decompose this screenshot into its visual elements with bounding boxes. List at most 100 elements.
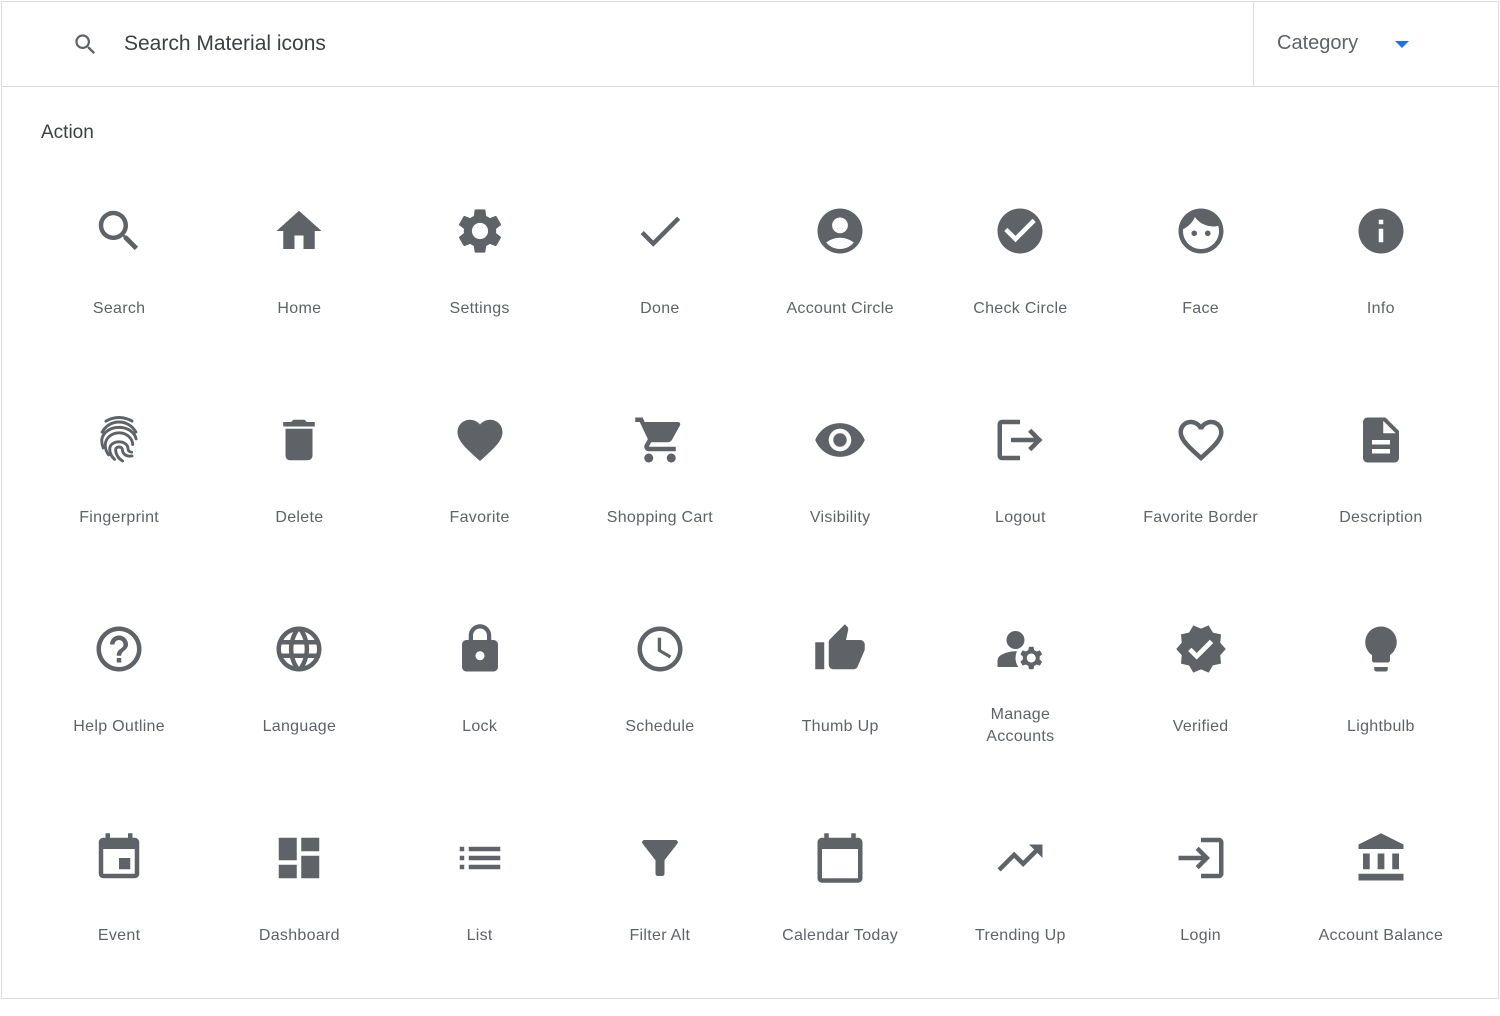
face-icon <box>1174 204 1228 258</box>
description-icon <box>1354 413 1408 467</box>
icon-label: Description <box>1339 509 1423 526</box>
icon-label: Shopping Cart <box>606 509 713 526</box>
filter-alt-icon <box>633 831 687 885</box>
category-dropdown[interactable]: Category <box>1253 2 1498 86</box>
trending-up-icon <box>993 831 1047 885</box>
icon-tile-manage-accounts[interactable]: Manage Accounts <box>930 598 1110 807</box>
manage-accounts-icon <box>993 622 1047 676</box>
icon-label: Manage Accounts <box>986 706 1055 745</box>
icon-tile-schedule[interactable]: Schedule <box>570 598 750 807</box>
icon-tile-account-balance[interactable]: Account Balance <box>1291 807 1471 1016</box>
icon-label: Check Circle <box>973 300 1068 317</box>
check-circle-icon <box>993 204 1047 258</box>
icon-tile-account-circle[interactable]: Account Circle <box>750 180 930 389</box>
icon-label: Login <box>1180 927 1221 944</box>
search-icon <box>92 204 146 258</box>
icon-label: Lock <box>462 718 498 735</box>
search-icon <box>75 34 96 55</box>
icon-label: Schedule <box>625 718 695 735</box>
icon-label: Dashboard <box>258 927 340 944</box>
help-outline-icon <box>92 622 146 676</box>
icon-tile-search[interactable]: Search <box>29 180 209 389</box>
icon-tile-shopping-cart[interactable]: Shopping Cart <box>570 389 750 598</box>
icon-label: Lightbulb <box>1347 718 1415 735</box>
icon-label: Help Outline <box>73 718 165 735</box>
icon-tile-dashboard[interactable]: Dashboard <box>209 807 389 1016</box>
icon-tile-visibility[interactable]: Visibility <box>750 389 930 598</box>
icon-tile-lightbulb[interactable]: Lightbulb <box>1291 598 1471 807</box>
icon-label: Delete <box>275 509 324 526</box>
shopping-cart-icon <box>633 413 687 467</box>
thumb-up-icon <box>813 622 867 676</box>
icon-label: Account Circle <box>786 300 894 317</box>
icon-label: Search <box>92 300 146 317</box>
icon-browser: Category Action Search Home Settings Done Ac… <box>1 1 1499 999</box>
dashboard-icon <box>272 831 326 885</box>
favorite-icon <box>453 413 507 467</box>
icon-label: Visibility <box>809 509 871 526</box>
icon-tile-help-outline[interactable]: Help Outline <box>29 598 209 807</box>
icon-tile-face[interactable]: Face <box>1111 180 1291 389</box>
icon-label: Account Balance <box>1318 927 1444 944</box>
header: Category <box>2 2 1498 87</box>
icon-tile-trending-up[interactable]: Trending Up <box>930 807 1110 1016</box>
search-input[interactable] <box>124 28 1224 60</box>
section-title: Action <box>41 122 94 143</box>
visibility-icon <box>813 413 867 467</box>
settings-icon <box>453 204 507 258</box>
icon-tile-lock[interactable]: Lock <box>390 598 570 807</box>
icon-tile-settings[interactable]: Settings <box>390 180 570 389</box>
search-bar <box>2 2 1252 86</box>
icon-label: Language <box>262 718 337 735</box>
icon-tile-login[interactable]: Login <box>1111 807 1291 1016</box>
logout-icon <box>993 413 1047 467</box>
delete-icon <box>272 413 326 467</box>
verified-icon <box>1174 622 1228 676</box>
icon-tile-fingerprint[interactable]: Fingerprint <box>29 389 209 598</box>
calendar-today-icon <box>813 831 867 885</box>
icon-label: Verified <box>1172 718 1229 735</box>
lightbulb-icon <box>1354 622 1408 676</box>
event-icon <box>92 831 146 885</box>
info-icon <box>1354 204 1408 258</box>
icon-tile-language[interactable]: Language <box>209 598 389 807</box>
icon-tile-verified[interactable]: Verified <box>1111 598 1291 807</box>
icon-label: Logout <box>995 509 1046 526</box>
icon-label: Favorite Border <box>1143 509 1258 526</box>
icon-tile-check-circle[interactable]: Check Circle <box>930 180 1110 389</box>
caret-down-icon <box>1395 41 1409 48</box>
icon-tile-favorite-border[interactable]: Favorite Border <box>1111 389 1291 598</box>
icon-tile-info[interactable]: Info <box>1291 180 1471 389</box>
fingerprint-icon <box>92 413 146 467</box>
icon-label: Home <box>277 300 322 317</box>
icon-label: Settings <box>449 300 510 317</box>
icon-label: List <box>466 927 493 944</box>
icon-label: Done <box>640 300 680 317</box>
icon-tile-description[interactable]: Description <box>1291 389 1471 598</box>
icon-label: Info <box>1366 300 1395 317</box>
category-label: Category <box>1277 32 1359 54</box>
icon-label: Face <box>1182 300 1220 317</box>
icon-tile-done[interactable]: Done <box>570 180 750 389</box>
icon-tile-calendar-today[interactable]: Calendar Today <box>750 807 930 1016</box>
account-balance-icon <box>1354 831 1408 885</box>
icon-label: Calendar Today <box>782 927 899 944</box>
icon-tile-event[interactable]: Event <box>29 807 209 1016</box>
icon-tile-home[interactable]: Home <box>209 180 389 389</box>
account-circle-icon <box>813 204 867 258</box>
schedule-icon <box>633 622 687 676</box>
icon-tile-thumb-up[interactable]: Thumb Up <box>750 598 930 807</box>
icon-tile-list[interactable]: List <box>390 807 570 1016</box>
icon-label: Trending Up <box>974 927 1066 944</box>
list-icon <box>453 831 507 885</box>
icon-tile-favorite[interactable]: Favorite <box>390 389 570 598</box>
icon-label: Filter Alt <box>629 927 691 944</box>
icon-tile-filter-alt[interactable]: Filter Alt <box>570 807 750 1016</box>
icon-tile-logout[interactable]: Logout <box>930 389 1110 598</box>
favorite-border-icon <box>1174 413 1228 467</box>
icon-label: Fingerprint <box>79 509 160 526</box>
done-icon <box>633 204 687 258</box>
icon-label: Event <box>97 927 141 944</box>
icon-tile-delete[interactable]: Delete <box>209 389 389 598</box>
icon-label: Thumb Up <box>801 718 879 735</box>
